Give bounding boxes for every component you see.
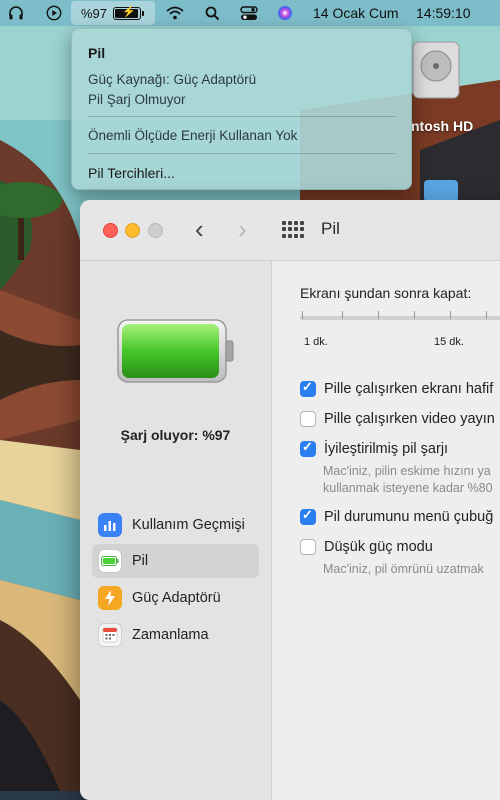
optimized-charging-option[interactable]: İyileştirilmiş pil şarjı: [300, 439, 449, 457]
slider-tick: [450, 311, 451, 319]
charge-state-text: Pil Şarj Olmuyor: [88, 92, 186, 107]
sidebar-item-label: Pil: [132, 553, 149, 569]
option-label: Pil durumunu menü çubuğ: [324, 509, 494, 525]
battery-preferences-window: ‹ › Pil Şarj oluyor: %97 Kullanım Geçmiş…: [80, 200, 500, 800]
dim-display-on-battery-option[interactable]: Pille çalışırken ekranı hafif: [300, 379, 494, 397]
sidebar-item-usage-history[interactable]: Kullanım Geçmişi: [92, 508, 259, 542]
sidebar-item-label: Zamanlama: [132, 627, 209, 643]
bar-chart-icon: [98, 513, 122, 537]
battery-menu-dropdown: Pil Güç Kaynağı: Güç Adaptörü Pil Şarj O…: [71, 28, 412, 190]
energy-usage-text: Önemli Ölçüde Enerji Kullanan Yok: [88, 128, 298, 143]
slider-tick: [342, 311, 343, 319]
menu-bar-time[interactable]: 14:59:10: [416, 0, 471, 26]
battery-percent: %97: [81, 5, 108, 21]
play-icon[interactable]: [46, 0, 62, 26]
window-title: Pil: [321, 219, 340, 238]
menu-bar: %97 ⚡ 14 Ocak Cum 14:59:10: [0, 0, 500, 26]
zoom-button[interactable]: [148, 223, 163, 238]
disk-label[interactable]: ntosh HD: [411, 118, 473, 134]
bolt-icon: [98, 586, 122, 610]
battery-icon: [98, 549, 122, 573]
screen-off-label: Ekranı şundan sonra kapat:: [300, 285, 472, 301]
siri-icon[interactable]: [277, 0, 293, 26]
battery-settings-pane: Ekranı şundan sonra kapat: 1 dk. 15 dk. …: [272, 261, 500, 800]
menu-separator: [88, 153, 395, 154]
option-description: Mac'iniz, pil ömrünü uzatmak: [323, 562, 484, 576]
sidebar: Şarj oluyor: %97 Kullanım Geçmişi Pil Gü…: [80, 261, 272, 800]
show-in-menu-bar-option[interactable]: Pil durumunu menü çubuğ: [300, 507, 494, 525]
battery-charging-icon: ⚡: [113, 6, 145, 20]
slider-tick-label: 1 dk.: [304, 336, 328, 348]
battery-preferences-item[interactable]: Pil Tercihleri...: [88, 165, 175, 181]
wifi-icon[interactable]: [166, 0, 184, 26]
control-center-icon[interactable]: [240, 0, 258, 26]
sidebar-item-power-adapter[interactable]: Güç Adaptörü: [92, 581, 259, 615]
option-label: Düşük güç modu: [324, 539, 433, 555]
battery-menu-button[interactable]: %97 ⚡: [71, 1, 155, 25]
option-description: Mac'iniz, pilin eskime hızını ya: [323, 464, 491, 478]
slider-tick-label: 15 dk.: [434, 336, 464, 348]
checkbox-checked[interactable]: [300, 439, 316, 457]
headphones-icon[interactable]: [8, 0, 24, 26]
checkbox-unchecked[interactable]: [300, 411, 316, 427]
sidebar-item-label: Kullanım Geçmişi: [132, 517, 245, 533]
battery-status-icon: [117, 319, 234, 383]
sidebar-item-battery[interactable]: Pil: [92, 544, 259, 578]
video-streaming-option[interactable]: Pille çalışırken video yayın: [300, 411, 495, 427]
battery-menu-title: Pil: [88, 45, 106, 61]
option-label: Pille çalışırken video yayın: [324, 411, 495, 427]
slider-tick: [414, 311, 415, 319]
close-button[interactable]: [103, 223, 118, 238]
option-label: Pille çalışırken ekranı hafif: [324, 381, 494, 397]
charge-status-text: Şarj oluyor: %97: [120, 427, 231, 443]
slider-tick: [486, 311, 487, 319]
chevron-right-icon[interactable]: ›: [238, 214, 247, 245]
show-all-grid-icon[interactable]: [282, 221, 304, 238]
chevron-left-icon[interactable]: ‹: [195, 214, 204, 245]
search-icon[interactable]: [205, 0, 220, 26]
sidebar-item-label: Güç Adaptörü: [132, 590, 221, 606]
calendar-icon: [98, 623, 122, 647]
checkbox-checked[interactable]: [300, 507, 316, 525]
disk-icon: [412, 41, 460, 99]
minimize-button[interactable]: [125, 223, 140, 238]
checkbox-checked[interactable]: [300, 379, 316, 397]
low-power-mode-option[interactable]: Düşük güç modu: [300, 539, 433, 555]
slider-tick: [302, 311, 303, 319]
slider-tick: [378, 311, 379, 319]
checkbox-unchecked[interactable]: [300, 539, 316, 555]
option-label: İyileştirilmiş pil şarjı: [324, 441, 449, 457]
menu-bar-date[interactable]: 14 Ocak Cum: [313, 0, 399, 26]
screen-off-slider[interactable]: [300, 316, 500, 320]
sidebar-item-schedule[interactable]: Zamanlama: [92, 618, 259, 652]
power-source-text: Güç Kaynağı: Güç Adaptörü: [88, 72, 257, 87]
menu-separator: [88, 116, 395, 117]
window-titlebar: ‹ › Pil: [80, 200, 500, 261]
option-description: kullanmak isteyene kadar %80: [323, 481, 493, 495]
